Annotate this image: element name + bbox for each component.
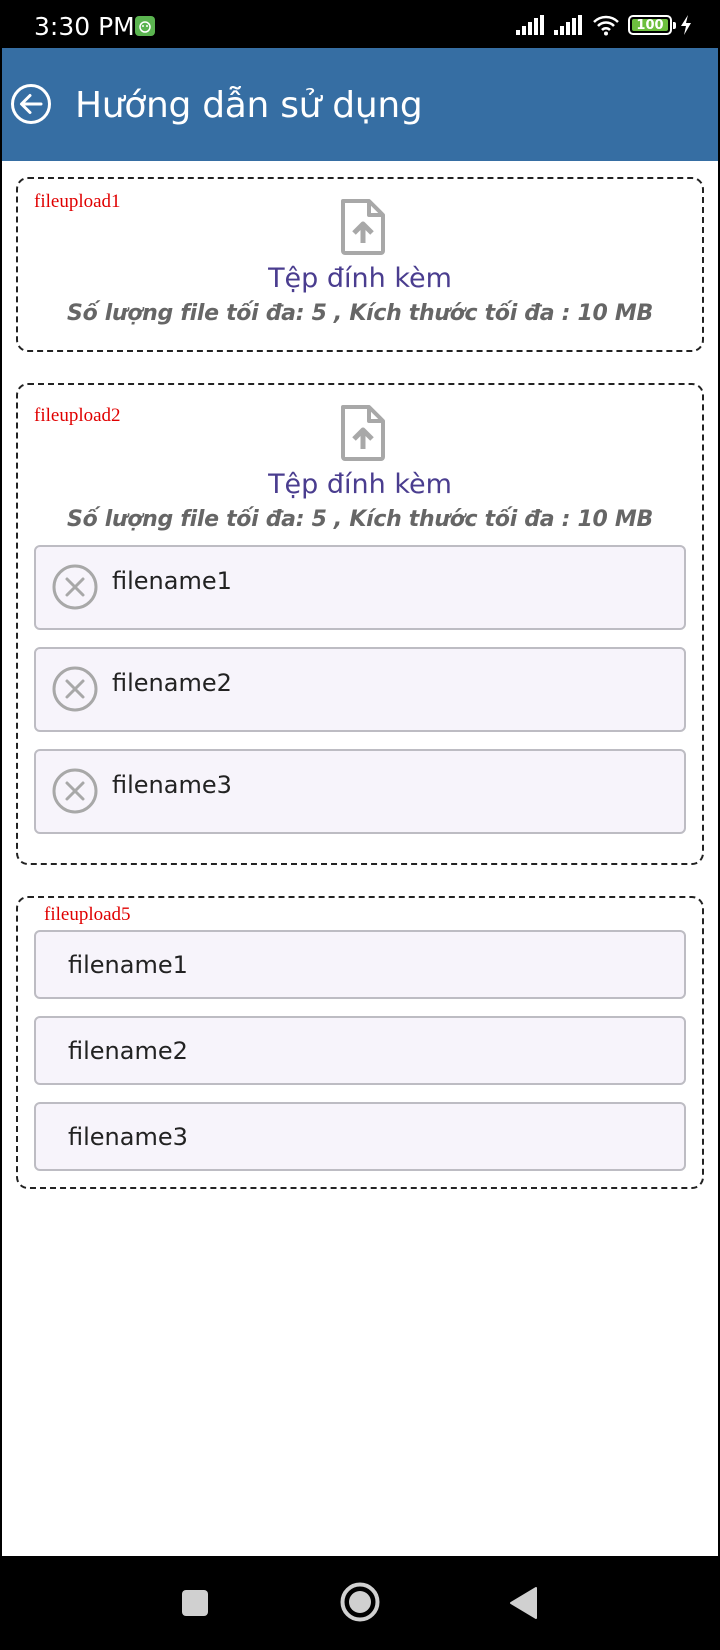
back-triangle-icon[interactable] bbox=[508, 1586, 538, 1620]
file-item: filename2 bbox=[34, 647, 686, 732]
signal-icon bbox=[516, 15, 544, 35]
upload-limits: Số lượng file tối đa: 5 , Kích thước tối… bbox=[67, 301, 653, 326]
remove-file-icon[interactable] bbox=[52, 666, 98, 712]
recents-square-icon[interactable] bbox=[181, 1589, 209, 1617]
file-name: filename3 bbox=[68, 1123, 188, 1151]
file-item: filename3 bbox=[34, 749, 686, 834]
charging-icon bbox=[681, 15, 691, 35]
file-upload-5: fileupload5 filename1 filename2 filename… bbox=[16, 896, 704, 1189]
file-item[interactable]: filename2 bbox=[34, 1016, 686, 1085]
file-upload-icon bbox=[341, 199, 385, 255]
content-area: fileupload1 Tệp đính kèm Số lượng file t… bbox=[2, 161, 718, 1556]
attachment-title: Tệp đính kèm bbox=[268, 263, 452, 294]
file-upload-icon bbox=[341, 405, 385, 461]
file-upload-2: fileupload2 Tệp đính kèm Số lượng file t… bbox=[16, 383, 704, 865]
remove-file-icon[interactable] bbox=[52, 564, 98, 610]
battery-icon: 100 bbox=[628, 15, 676, 35]
wifi-icon bbox=[593, 15, 619, 36]
battery-level: 100 bbox=[636, 17, 664, 33]
status-time: 3:30 PM bbox=[34, 12, 135, 41]
upload-label: fileupload5 bbox=[44, 904, 131, 925]
file-name: filename1 bbox=[112, 567, 232, 595]
file-item: filename1 bbox=[34, 545, 686, 630]
back-button[interactable] bbox=[10, 83, 52, 125]
upload-dropzone[interactable]: Tệp đính kèm Số lượng file tối đa: 5 , K… bbox=[18, 179, 702, 339]
status-bar: 3:30 PM 100 bbox=[0, 0, 720, 48]
file-name: filename2 bbox=[68, 1037, 188, 1065]
file-name: filename1 bbox=[68, 951, 188, 979]
file-name: filename3 bbox=[112, 771, 232, 799]
file-upload-1: fileupload1 Tệp đính kèm Số lượng file t… bbox=[16, 177, 704, 352]
upload-dropzone[interactable]: Tệp đính kèm Số lượng file tối đa: 5 , K… bbox=[18, 385, 702, 540]
signal-icon bbox=[554, 15, 582, 35]
file-name: filename2 bbox=[112, 669, 232, 697]
android-app-icon bbox=[135, 16, 155, 36]
app-bar: Hướng dẫn sử dụng bbox=[2, 48, 718, 161]
file-item[interactable]: filename1 bbox=[34, 930, 686, 999]
page-title: Hướng dẫn sử dụng bbox=[75, 85, 423, 126]
file-item[interactable]: filename3 bbox=[34, 1102, 686, 1171]
remove-file-icon[interactable] bbox=[52, 768, 98, 814]
attachment-title: Tệp đính kèm bbox=[268, 469, 452, 500]
home-circle-icon[interactable] bbox=[340, 1582, 380, 1622]
status-icons: 100 bbox=[516, 14, 692, 36]
system-nav-bar bbox=[0, 1556, 720, 1650]
back-arrow-icon bbox=[11, 84, 51, 124]
upload-limits: Số lượng file tối đa: 5 , Kích thước tối… bbox=[67, 507, 653, 532]
